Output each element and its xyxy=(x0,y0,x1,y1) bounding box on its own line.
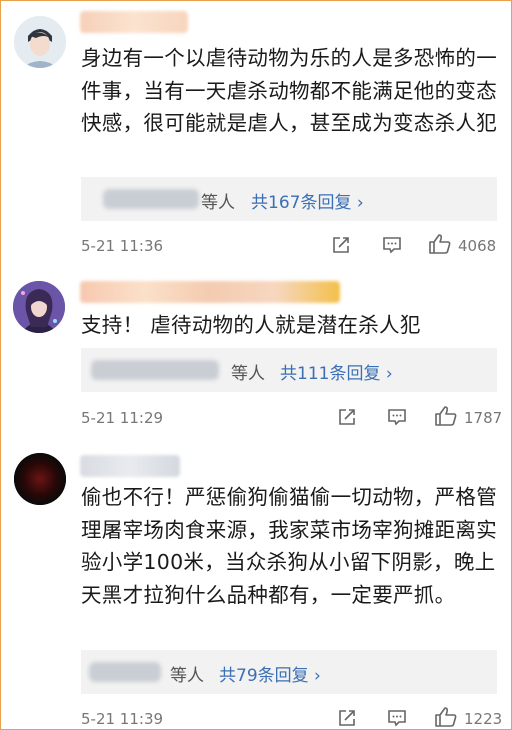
like-icon[interactable] xyxy=(434,405,458,427)
comment-text: 偷也不行！严惩偷狗偷猫偷一切动物，严格管理屠宰场肉食来源，我家菜市场宰狗摊距离实… xyxy=(81,485,497,607)
reply-preview[interactable]: 等人 共79条回复 › xyxy=(81,650,497,694)
view-replies-link[interactable]: 共79条回复 › xyxy=(219,661,321,686)
reply-preview[interactable]: 等人 共167条回复 › xyxy=(81,177,497,221)
comment-time: 5-21 11:39 xyxy=(81,710,164,728)
like-icon[interactable] xyxy=(434,706,458,728)
view-replies-link[interactable]: 共111条回复 › xyxy=(280,359,393,384)
comment-text: 支持！ 虐待动物的人就是潜在杀人犯 xyxy=(81,313,421,337)
like-icon[interactable] xyxy=(428,233,452,255)
view-replies-link[interactable]: 共167条回复 › xyxy=(251,188,364,213)
share-icon[interactable] xyxy=(337,708,357,728)
reply-preview[interactable]: 等人 共111条回复 › xyxy=(81,348,497,392)
avatar[interactable] xyxy=(13,281,65,333)
like-count: 4068 xyxy=(458,237,497,255)
username-redacted xyxy=(80,455,180,477)
like-count: 1787 xyxy=(464,409,503,427)
like-count: 1223 xyxy=(464,710,503,728)
comment-time: 5-21 11:36 xyxy=(81,237,164,255)
reply-users-suffix: 等人 xyxy=(231,364,265,384)
comment-time: 5-21 11:29 xyxy=(81,409,164,427)
comment-text: 身边有一个以虐待动物为乐的人是多恐怖的一件事，当有一天虐杀动物都不能满足他的变态… xyxy=(81,46,497,135)
username-redacted xyxy=(80,11,188,33)
comment-icon[interactable] xyxy=(382,236,402,254)
share-icon[interactable] xyxy=(337,407,357,427)
avatar[interactable] xyxy=(14,453,66,505)
reply-users-redacted xyxy=(89,662,161,682)
username-redacted xyxy=(80,281,340,303)
avatar[interactable] xyxy=(14,16,66,68)
comment-icon[interactable] xyxy=(387,408,407,426)
screenshot-frame: 身边有一个以虐待动物为乐的人是多恐怖的一件事，当有一天虐杀动物都不能满足他的变态… xyxy=(0,0,512,730)
comment-icon[interactable] xyxy=(387,709,407,727)
reply-users-redacted xyxy=(91,360,219,380)
reply-users-redacted xyxy=(103,189,199,209)
reply-users-suffix: 等人 xyxy=(170,666,204,686)
share-icon[interactable] xyxy=(331,235,351,255)
reply-users-suffix: 等人 xyxy=(201,193,235,213)
